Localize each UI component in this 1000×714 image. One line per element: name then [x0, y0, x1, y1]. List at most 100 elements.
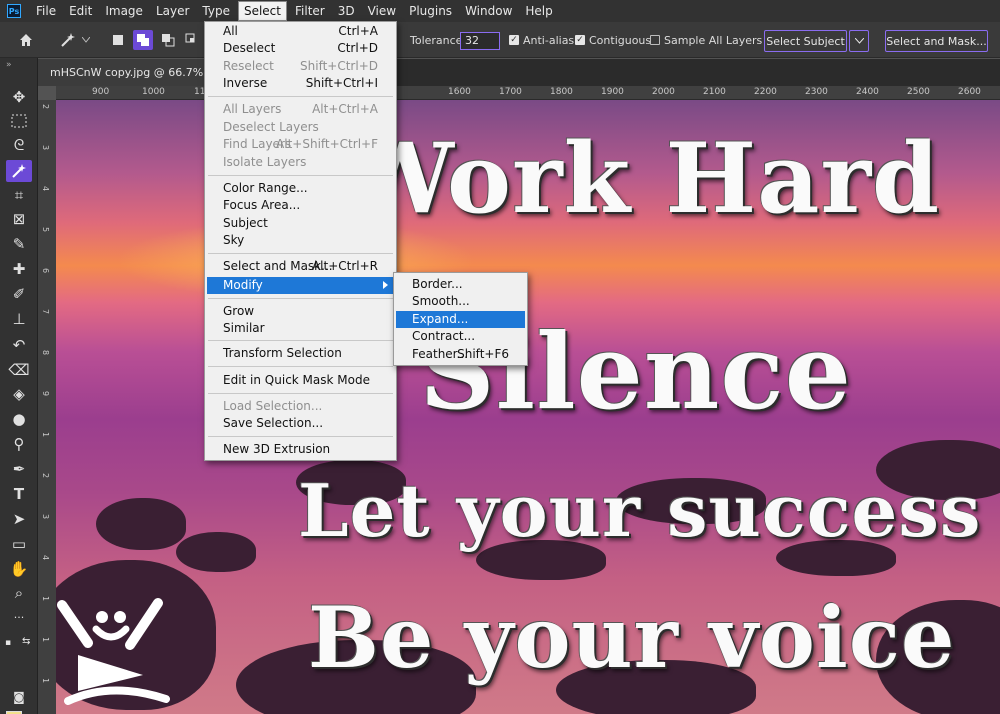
hand-tool-icon[interactable]: ✋ [6, 558, 32, 580]
select-and-mask-item[interactable]: Select and Mask... Alt+Ctrl+R [207, 258, 394, 275]
ruler-tick: 4 [41, 186, 50, 192]
menu-image[interactable]: Image [100, 2, 148, 20]
type-tool-icon[interactable]: T [6, 483, 32, 505]
transform-selection-item[interactable]: Transform Selection [207, 345, 394, 362]
move-tool-icon[interactable]: ✥ [6, 86, 32, 108]
ruler-tick: 2500 [907, 87, 930, 97]
sample-all-layers-checkbox[interactable] [650, 35, 660, 45]
more-tools-icon[interactable]: ··· [6, 606, 32, 628]
reselect-item[interactable]: Reselect Shift+Ctrl+D [207, 58, 394, 75]
select-and-mask-button[interactable]: Select and Mask... [885, 30, 988, 52]
pen-tool-icon[interactable]: ✒ [6, 458, 32, 480]
new-selection-icon[interactable] [108, 30, 128, 50]
collapse-icon[interactable]: » [6, 60, 12, 70]
quick-mask-icon[interactable]: ◙ [6, 686, 32, 708]
frame-tool-icon[interactable]: ⊠ [6, 208, 32, 230]
menu-divider [208, 340, 393, 341]
canvas-text-line-1[interactable]: Work Hard [346, 122, 940, 235]
modify-item[interactable]: Modify [207, 277, 394, 294]
ruler-tick: 2000 [652, 87, 675, 97]
menu-view[interactable]: View [363, 2, 401, 20]
photoshop-logo-icon[interactable]: Ps [7, 4, 21, 18]
path-selection-tool-icon[interactable]: ➤ [6, 508, 32, 530]
subtract-from-selection-icon[interactable] [158, 30, 178, 50]
grow-item[interactable]: Grow [207, 303, 394, 320]
menu-layer[interactable]: Layer [151, 2, 194, 20]
history-brush-tool-icon[interactable]: ↶ [6, 334, 32, 356]
menu-select[interactable]: Select [237, 1, 287, 21]
document-canvas[interactable]: Work Hard In Silence Let your success Be… [56, 100, 1000, 714]
save-selection-item[interactable]: Save Selection... [207, 415, 394, 432]
intersect-selection-icon[interactable] [182, 30, 202, 50]
similar-item[interactable]: Similar [207, 320, 394, 337]
lasso-tool-icon[interactable]: ᘓ [6, 134, 32, 156]
border-item[interactable]: Border... [396, 276, 525, 293]
healing-brush-tool-icon[interactable]: ✚ [6, 258, 32, 280]
zoom-tool-icon[interactable]: ⌕ [6, 582, 32, 604]
magic-wand-tool-icon[interactable] [6, 160, 32, 182]
marquee-tool-icon[interactable] [6, 110, 32, 132]
menu-window[interactable]: Window [460, 2, 517, 20]
tolerance-label: Tolerance: [410, 34, 467, 47]
crop-tool-icon[interactable]: ⌗ [6, 184, 32, 206]
select-subject-button[interactable]: Select Subject [764, 30, 847, 52]
rock [96, 498, 186, 550]
ruler-tick: 1600 [448, 87, 471, 97]
all-layers-item[interactable]: All Layers Alt+Ctrl+A [207, 101, 394, 118]
focus-area-item[interactable]: Focus Area... [207, 197, 394, 214]
new-3d-extrusion-item[interactable]: New 3D Extrusion [207, 441, 394, 458]
menu-3d[interactable]: 3D [333, 2, 360, 20]
tolerance-input[interactable]: 32 [460, 32, 500, 50]
paint-bucket-tool-icon[interactable]: ◈ [6, 383, 32, 405]
menu-plugins[interactable]: Plugins [404, 2, 457, 20]
anti-alias-checkbox[interactable]: ✓ [509, 35, 519, 45]
color-range-item[interactable]: Color Range... [207, 180, 394, 197]
deselect-item[interactable]: Deselect Ctrl+D [207, 40, 394, 57]
quick-mask-mode-item[interactable]: Edit in Quick Mask Mode [207, 372, 394, 389]
chevron-down-icon[interactable] [80, 30, 92, 50]
find-layers-item[interactable]: Find Layers Alt+Shift+Ctrl+F [207, 136, 394, 153]
select-subject-dropdown[interactable] [849, 30, 869, 52]
isolate-layers-item[interactable]: Isolate Layers [207, 154, 394, 171]
menu-filter[interactable]: Filter [290, 2, 330, 20]
expand-item[interactable]: Expand... [396, 311, 525, 328]
menu-help[interactable]: Help [520, 2, 557, 20]
ruler-tick: 2 [41, 473, 50, 479]
subject-item[interactable]: Subject [207, 215, 394, 232]
ruler-tick: 1700 [499, 87, 522, 97]
anti-alias-label: Anti-alias [523, 34, 575, 47]
canvas-text-line-3[interactable]: Let your success [298, 468, 981, 553]
ruler-tick: 2200 [754, 87, 777, 97]
smooth-item[interactable]: Smooth... [396, 293, 525, 310]
add-to-selection-icon[interactable] [133, 30, 153, 50]
canvas-text-line-4[interactable]: Be your voice [308, 588, 955, 687]
home-icon[interactable] [16, 30, 36, 50]
clone-stamp-tool-icon[interactable]: ⊥ [6, 308, 32, 330]
menu-type[interactable]: Type [197, 2, 235, 20]
dodge-tool-icon[interactable]: ⚲ [6, 433, 32, 455]
ruler-tick: 2100 [703, 87, 726, 97]
default-colors-icon[interactable]: ▪ [5, 638, 11, 648]
menu-divider [208, 393, 393, 394]
rectangle-tool-icon[interactable]: ▭ [6, 533, 32, 555]
select-all-item[interactable]: All Ctrl+A [207, 23, 394, 40]
ruler-tick: 1 [41, 432, 50, 438]
magic-wand-icon[interactable] [58, 30, 78, 50]
blur-tool-icon[interactable]: ● [6, 408, 32, 430]
contiguous-checkbox[interactable]: ✓ [575, 35, 585, 45]
sky-item[interactable]: Sky [207, 232, 394, 249]
brush-tool-icon[interactable]: ✐ [6, 283, 32, 305]
menu-divider [208, 96, 393, 97]
menu-divider [208, 298, 393, 299]
feather-item[interactable]: Feather... Shift+F6 [396, 346, 525, 363]
load-selection-item[interactable]: Load Selection... [207, 398, 394, 415]
contract-item[interactable]: Contract... [396, 328, 525, 345]
eyedropper-tool-icon[interactable]: ✎ [6, 233, 32, 255]
swap-colors-icon[interactable]: ⇆ [22, 636, 30, 647]
ruler-tick: 6 [41, 268, 50, 274]
menu-edit[interactable]: Edit [64, 2, 97, 20]
deselect-layers-item[interactable]: Deselect Layers [207, 119, 394, 136]
eraser-tool-icon[interactable]: ⌫ [6, 359, 32, 381]
menu-file[interactable]: File [31, 2, 61, 20]
inverse-item[interactable]: Inverse Shift+Ctrl+I [207, 75, 394, 92]
